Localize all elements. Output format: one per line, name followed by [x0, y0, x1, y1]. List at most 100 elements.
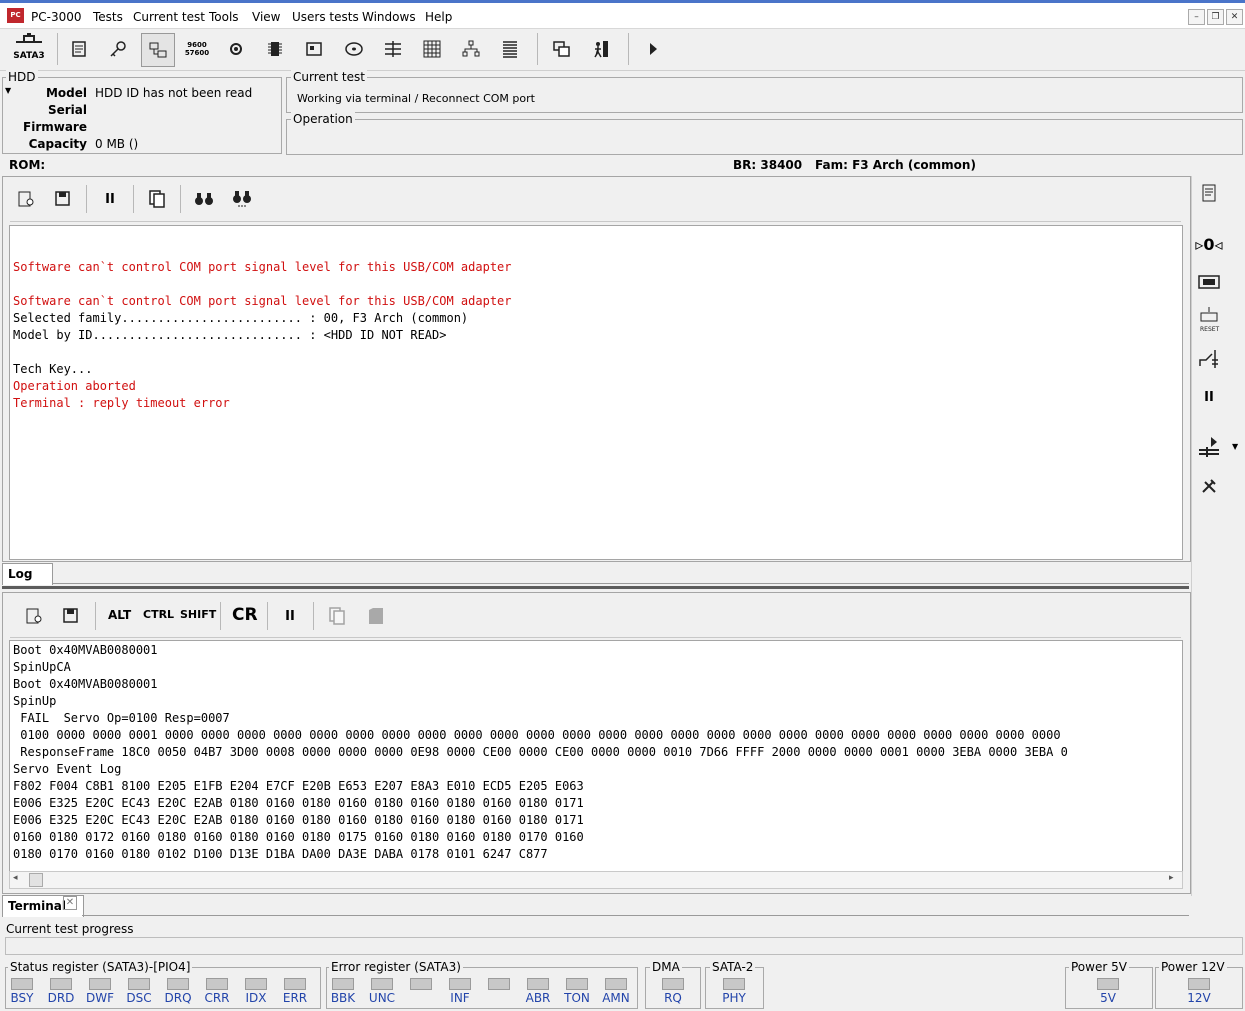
log-toolbar-divider: [10, 221, 1181, 222]
rom-zero-button[interactable]: ▹0◃: [1195, 230, 1223, 258]
chip-button[interactable]: [259, 33, 291, 65]
log-tab[interactable]: Log: [2, 563, 53, 585]
terminal-toolbar-separator: [313, 602, 314, 630]
status-led: [332, 978, 354, 990]
log-line: Terminal : reply timeout error: [13, 396, 230, 410]
status-led: [206, 978, 228, 990]
tests-scroll-button[interactable]: [63, 33, 95, 65]
status-led-label: DWF: [85, 991, 114, 1005]
hdd-dropdown-icon[interactable]: ▼: [5, 86, 11, 95]
sata3-port-button[interactable]: SATA3: [8, 33, 50, 65]
rom-chip-button[interactable]: [1195, 268, 1223, 296]
status-led-label: DRD: [47, 991, 75, 1005]
run-button[interactable]: [637, 33, 669, 65]
table-button[interactable]: [416, 33, 448, 65]
serial-label: Serial: [47, 103, 87, 117]
toolbar-separator: [537, 33, 538, 65]
log-open-button[interactable]: [12, 185, 40, 213]
menu-users-tests[interactable]: Users tests: [292, 10, 359, 24]
menu-help[interactable]: Help: [425, 10, 452, 24]
close-tab-icon[interactable]: ✕: [63, 896, 77, 910]
model-label: Model: [45, 86, 87, 100]
status-led: [527, 978, 549, 990]
copy-icon: [149, 190, 165, 208]
rom-write-button[interactable]: [1195, 433, 1223, 461]
terminal-hscrollbar[interactable]: ◂ ▸: [9, 871, 1183, 889]
rom-read-button[interactable]: [1195, 179, 1223, 207]
status-led-label: CRR: [204, 991, 230, 1005]
tools-icon: [1202, 479, 1216, 493]
rom-reset-button[interactable]: RESET: [1195, 306, 1223, 334]
terminal-line: 0160 0180 0172 0160 0180 0160 0180 0160 …: [13, 830, 584, 844]
app-icon[interactable]: PC: [7, 8, 24, 23]
menu-view[interactable]: View: [252, 10, 280, 24]
rom-pause-button[interactable]: II: [1195, 383, 1223, 411]
menu-current-test[interactable]: Current test: [133, 10, 205, 24]
rom-tools-button[interactable]: [1195, 472, 1223, 500]
restore-button[interactable]: ❐: [1207, 9, 1224, 25]
disk-button[interactable]: [338, 33, 370, 65]
log-find-button[interactable]: [190, 185, 218, 213]
alt-key-button[interactable]: ALT: [108, 608, 131, 622]
log-save-button[interactable]: [49, 185, 77, 213]
log-copy-button[interactable]: [143, 185, 171, 213]
scroll-right-icon[interactable]: ▸: [1169, 873, 1174, 883]
log-toolbar-separator: [86, 185, 87, 213]
menu-tools[interactable]: Tools: [209, 10, 239, 24]
key-button[interactable]: [102, 33, 134, 65]
cr-key-button[interactable]: CR: [232, 605, 258, 625]
copy-icon: [329, 607, 345, 625]
terminal-toggle-button[interactable]: [141, 33, 175, 67]
zero-icon: ▹0◃: [1195, 234, 1223, 254]
board-button[interactable]: [298, 33, 330, 65]
log-pause-button[interactable]: II: [96, 185, 124, 213]
list-button[interactable]: [494, 33, 526, 65]
splitter[interactable]: [2, 586, 1189, 589]
windows-button[interactable]: [546, 33, 578, 65]
status-led-label: TON: [564, 991, 590, 1005]
error-register-label: Error register (SATA3): [329, 960, 463, 974]
heads-button[interactable]: [377, 33, 409, 65]
log-line: Operation aborted: [13, 379, 136, 393]
tree-button[interactable]: [455, 33, 487, 65]
baud-rate-button[interactable]: 9600 57600: [181, 33, 213, 65]
log-find-next-button[interactable]: [228, 185, 256, 213]
terminal-paste-button[interactable]: [362, 602, 390, 630]
log-line: Software can`t control COM port signal l…: [13, 294, 512, 308]
firmware-label: Firmware: [23, 120, 87, 134]
shift-key-button[interactable]: SHIFT: [180, 608, 216, 621]
rom-power-button[interactable]: [1195, 345, 1223, 373]
scroll-left-icon[interactable]: ◂: [13, 873, 18, 883]
current-test-value: Working via terminal / Reconnect COM por…: [297, 92, 535, 105]
terminal-line: FAIL Servo Op=0100 Resp=0007: [13, 711, 230, 725]
minimize-button[interactable]: –: [1188, 9, 1205, 25]
menu-windows[interactable]: Windows: [362, 10, 416, 24]
terminal-pause-button[interactable]: II: [276, 602, 304, 630]
rom-write-dropdown-icon[interactable]: ▼: [1232, 442, 1238, 451]
terminal-copy-button[interactable]: [323, 602, 351, 630]
sata2-label: SATA-2: [710, 960, 756, 974]
file-gear-icon: [18, 191, 34, 207]
scroll-thumb[interactable]: [29, 873, 43, 887]
hdd-group-label: HDD: [6, 70, 38, 84]
status-led-label: INF: [450, 991, 470, 1005]
power-12v-label: Power 12V: [1159, 960, 1227, 974]
settings-button[interactable]: [220, 33, 252, 65]
heads-write-icon: [1199, 437, 1219, 457]
terminal-open-button[interactable]: [20, 602, 48, 630]
exit-button[interactable]: [585, 33, 617, 65]
terminal-output[interactable]: Boot 0x40MVAB0080001 SpinUpCA Boot 0x40MVA…: [9, 640, 1183, 872]
menu-tests[interactable]: Tests: [93, 10, 123, 24]
ctrl-key-button[interactable]: CTRL: [143, 608, 174, 621]
close-button[interactable]: ✕: [1226, 9, 1243, 25]
terminal-lines: Boot 0x40MVAB0080001 SpinUpCA Boot 0x40MVA…: [10, 641, 1182, 863]
terminal-line: Boot 0x40MVAB0080001: [13, 677, 158, 691]
pause-icon: II: [105, 191, 115, 207]
log-output[interactable]: Software can`t control COM port signal l…: [9, 225, 1183, 560]
terminal-toolbar-separator: [220, 602, 221, 630]
status-led: [488, 978, 510, 990]
status-led: [245, 978, 267, 990]
terminal-save-button[interactable]: [57, 602, 85, 630]
status-led-label: 5V: [1100, 991, 1116, 1005]
